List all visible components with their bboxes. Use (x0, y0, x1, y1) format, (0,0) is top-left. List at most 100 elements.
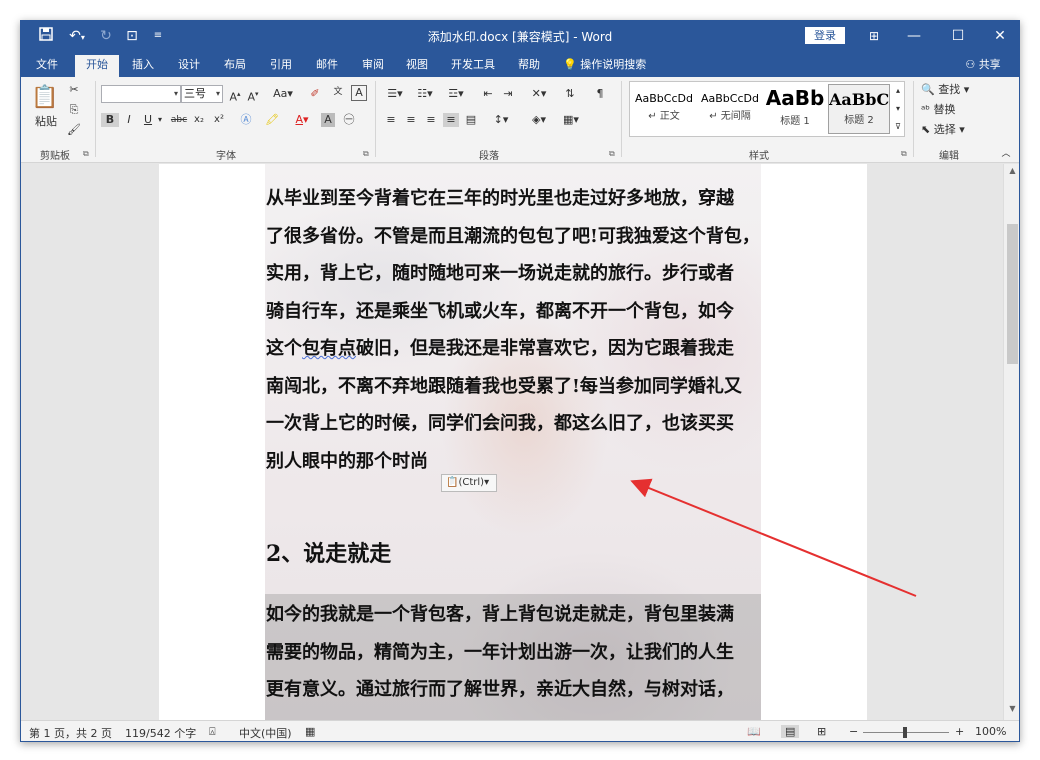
maximize-button[interactable]: ☐ (935, 21, 981, 51)
show-marks-icon[interactable]: ¶ (591, 87, 609, 101)
distributed-icon[interactable]: ▤ (463, 113, 479, 127)
gallery-more-icon[interactable]: ⊽ (892, 120, 904, 134)
web-layout-icon[interactable]: ⊞ (817, 725, 826, 738)
tab-references[interactable]: 引用 (263, 55, 299, 77)
close-button[interactable]: ✕ (977, 21, 1019, 51)
style-heading-1[interactable]: AaBb 标题 1 (764, 84, 826, 134)
style-name: 标题 2 (844, 115, 874, 126)
decrease-indent-icon[interactable]: ⇤ (479, 87, 497, 101)
macro-icon[interactable]: ▦ (305, 725, 315, 738)
grow-font-icon[interactable]: A▴ (227, 87, 243, 105)
paste-label[interactable]: 粘贴 (31, 115, 61, 129)
cut-icon[interactable]: ✂ (67, 83, 81, 97)
superscript-button[interactable]: x² (211, 113, 227, 127)
tab-help[interactable]: 帮助 (511, 55, 547, 77)
gallery-up-icon[interactable]: ▴ (892, 84, 904, 98)
tab-home[interactable]: 开始 (75, 55, 119, 77)
language-indicator[interactable]: 中文(中国) (239, 725, 292, 741)
chinese-layout-icon[interactable]: ✕▾ (527, 87, 551, 101)
align-center-icon[interactable]: ≡ (403, 113, 419, 127)
print-layout-icon[interactable]: ▤ (781, 725, 800, 738)
align-left-icon[interactable]: ≡ (383, 113, 399, 127)
format-painter-icon[interactable]: 🖌 (67, 123, 81, 137)
change-case-icon[interactable]: Aa▾ (271, 87, 295, 101)
share-button[interactable]: ⚇ 共享 (955, 55, 1011, 77)
clipboard-launcher-icon[interactable]: ⧉ (83, 149, 89, 159)
tab-developer[interactable]: 开发工具 (445, 55, 501, 77)
tell-me-search[interactable]: 💡 操作说明搜索 (563, 55, 659, 77)
phonetic-guide-icon[interactable]: 文 (329, 85, 347, 99)
zoom-level[interactable]: 100% (975, 725, 1006, 738)
font-launcher-icon[interactable]: ⧉ (363, 149, 369, 159)
tab-mailings[interactable]: 邮件 (309, 55, 345, 77)
tab-view[interactable]: 视图 (399, 55, 435, 77)
font-color-icon[interactable]: A▾ (291, 113, 313, 127)
increase-indent-icon[interactable]: ⇥ (499, 87, 517, 101)
zoom-in-button[interactable]: + (955, 725, 964, 738)
scrollbar-thumb[interactable] (1007, 224, 1018, 364)
align-right-icon[interactable]: ≡ (423, 113, 439, 127)
italic-button[interactable]: I (121, 113, 137, 127)
highlight-color-icon[interactable]: 🖍 (261, 113, 283, 127)
style-no-spacing[interactable]: AaBbCcDd ↵ 无间隔 (698, 84, 762, 134)
paragraph-2[interactable]: 如今的我就是一个背包客，背上背包说走就走，背包里装满 需要的物品，精简为主，一年… (266, 596, 766, 709)
character-shading-icon[interactable]: A (321, 113, 335, 127)
tab-review[interactable]: 审阅 (355, 55, 391, 77)
shading-icon[interactable]: ◈▾ (527, 113, 551, 127)
character-border-icon[interactable]: A (351, 85, 367, 101)
text-effects-icon[interactable]: Ⓐ (237, 113, 255, 127)
style-normal[interactable]: AaBbCcDd ↵ 正文 (632, 84, 696, 134)
tab-file[interactable]: 文件 (29, 55, 65, 77)
line-spacing-icon[interactable]: ↕▾ (489, 113, 513, 127)
gallery-down-icon[interactable]: ▾ (892, 102, 904, 116)
justify-icon[interactable]: ≡ (443, 113, 459, 127)
chevron-down-icon[interactable]: ▾ (155, 113, 165, 127)
multilevel-list-icon[interactable]: ☲▾ (443, 87, 469, 101)
copy-icon[interactable]: ⎘ (67, 103, 81, 117)
underline-button[interactable]: U (141, 113, 155, 127)
sort-icon[interactable]: ⇅ (561, 87, 579, 101)
proofing-icon[interactable]: ⍓ (209, 725, 216, 739)
zoom-out-button[interactable]: − (849, 725, 858, 738)
find-label: 查找 (938, 83, 961, 96)
minimize-button[interactable]: — (891, 21, 937, 51)
enclose-character-icon[interactable]: ㊀ (341, 113, 357, 127)
paste-options-button[interactable]: 📋(Ctrl)▾ (441, 474, 497, 492)
subscript-button[interactable]: x₂ (191, 113, 207, 127)
scroll-up-icon[interactable]: ▲ (1004, 166, 1019, 180)
font-name-combo[interactable]: ▾ (101, 85, 181, 103)
strikethrough-button[interactable]: abc (169, 113, 189, 127)
numbering-icon[interactable]: ☷▾ (413, 87, 437, 101)
scroll-down-icon[interactable]: ▼ (1004, 704, 1019, 718)
find-button[interactable]: 🔍 查找 ▾ (921, 83, 981, 97)
word-count[interactable]: 119/542 个字 (125, 725, 196, 741)
clear-formatting-icon[interactable]: ✐ (307, 87, 323, 101)
clipboard-paste-icon[interactable]: 📋 (31, 83, 59, 113)
paragraph-1[interactable]: 从毕业到至今背着它在三年的时光里也走过好多地放，穿越 了很多省份。不管是而且潮流… (266, 180, 766, 480)
tell-me-label: 操作说明搜索 (580, 58, 647, 71)
font-size-combo[interactable]: 三号 ▾ (181, 85, 223, 103)
shrink-font-icon[interactable]: A▾ (245, 87, 261, 105)
bold-button[interactable]: B (101, 113, 119, 127)
zoom-slider-thumb[interactable] (903, 727, 907, 738)
styles-launcher-icon[interactable]: ⧉ (901, 149, 907, 159)
borders-icon[interactable]: ▦▾ (559, 113, 583, 127)
style-heading-2[interactable]: AaBbC 标题 2 (828, 84, 890, 134)
style-name: 标题 1 (780, 116, 810, 127)
paragraph-launcher-icon[interactable]: ⧉ (609, 149, 615, 159)
tab-insert[interactable]: 插入 (125, 55, 161, 77)
vertical-scrollbar[interactable]: ▲ ▼ (1003, 164, 1019, 720)
select-button[interactable]: ⬉ 选择 ▾ (921, 123, 981, 137)
tab-layout[interactable]: 布局 (217, 55, 253, 77)
text-line: 了很多省份。不管是而且潮流的包包了吧!可我独爱这个背包， (266, 225, 760, 247)
tab-design[interactable]: 设计 (171, 55, 207, 77)
document-page[interactable]: 从毕业到至今背着它在三年的时光里也走过好多地放，穿越 了很多省份。不管是而且潮流… (159, 164, 867, 720)
bullets-icon[interactable]: ☰▾ (383, 87, 407, 101)
section-heading[interactable]: 2、说走就走 (266, 536, 391, 568)
login-button[interactable]: 登录 (805, 27, 845, 44)
styles-group-label: 样式 (749, 151, 769, 162)
page-count[interactable]: 第 1 页，共 2 页 (29, 725, 112, 741)
collapse-ribbon-icon[interactable]: ︿ (999, 147, 1013, 161)
read-mode-icon[interactable]: 📖 (747, 725, 761, 738)
replace-button[interactable]: ᵃᵇ 替换 (921, 103, 981, 117)
